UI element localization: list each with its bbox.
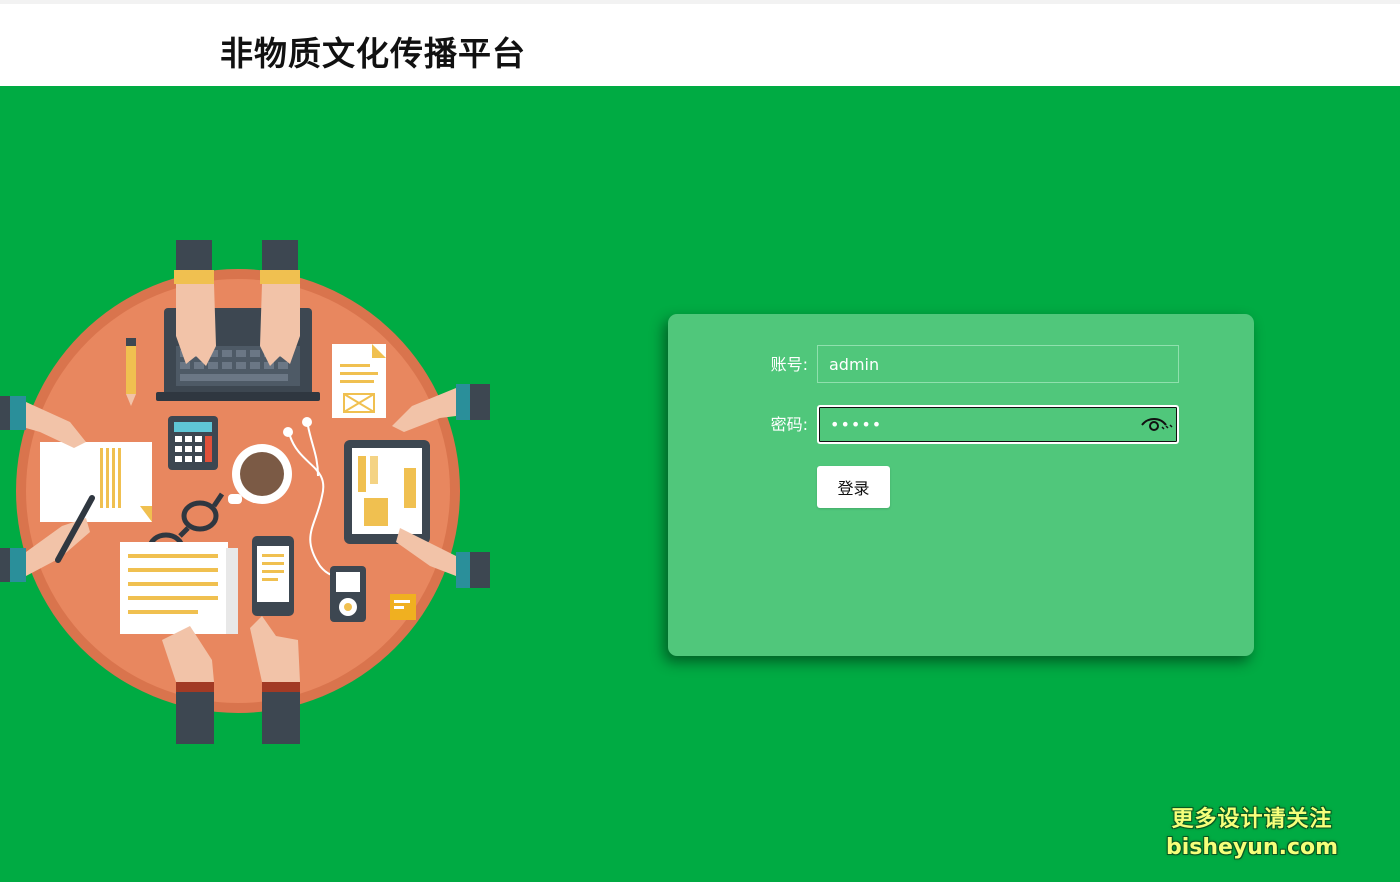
site-title: 非物质文化传播平台 [220, 34, 526, 73]
account-row: 账号: [668, 345, 1254, 385]
music-player-icon [330, 566, 366, 622]
login-form: 账号: 密码: 登录 [668, 314, 1254, 656]
paper-icon [40, 442, 152, 522]
tablet-icon [344, 440, 430, 544]
teamwork-illustration [0, 240, 490, 744]
site-header: 非物质文化传播平台 [0, 4, 1400, 86]
watermark-line-1: 更多设计请关注 [1171, 807, 1333, 832]
login-button[interactable]: 登录 [817, 466, 890, 508]
phone-icon [252, 536, 294, 616]
bottom-border [0, 882, 1400, 886]
notes-icon [120, 542, 238, 634]
sticky-note-icon [390, 594, 416, 620]
password-input[interactable] [817, 405, 1179, 444]
account-input[interactable] [817, 345, 1179, 383]
login-page-body: 账号: 密码: 登录 更多设计请关注 bisheyun.com [0, 86, 1400, 882]
calculator-icon [168, 416, 218, 470]
password-label: 密码: [770, 415, 808, 434]
watermark: 更多设计请关注 bisheyun.com [1160, 806, 1344, 862]
document-icon [332, 344, 386, 418]
password-row: 密码: [668, 405, 1254, 445]
watermark-line-2: bisheyun.com [1165, 835, 1339, 860]
account-label: 账号: [770, 355, 808, 374]
eye-icon[interactable] [1140, 415, 1174, 435]
pencil-icon [126, 338, 136, 406]
